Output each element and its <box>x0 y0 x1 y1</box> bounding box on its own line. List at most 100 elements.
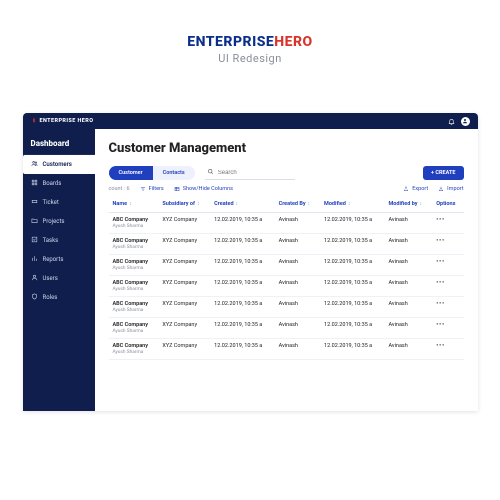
col-modified-by[interactable]: Modified by↕ <box>384 196 432 213</box>
cell-options[interactable]: ••• <box>432 276 463 297</box>
cell-name: ABC CompanyAyush Sharma <box>109 234 159 255</box>
more-icon[interactable]: ••• <box>436 217 445 223</box>
sidebar-item-users[interactable]: Users <box>23 269 95 288</box>
cell-created: 12.02.2019, 10:35 a <box>210 318 274 339</box>
hero-subtitle: UI Redesign <box>0 52 500 65</box>
col-name[interactable]: Name↕ <box>109 196 159 213</box>
cell-created-by: Avinash <box>275 255 320 276</box>
more-icon[interactable]: ••• <box>436 259 445 265</box>
cell-name: ABC CompanyAyush Sharma <box>109 276 159 297</box>
cell-options[interactable]: ••• <box>432 297 463 318</box>
topbar-brand[interactable]: ENTERPRISE HERO <box>31 117 94 125</box>
cell-modified: 12.02.2019, 10:35 a <box>320 255 384 276</box>
table-row[interactable]: ABC CompanyAyush SharmaXYZ Company12.02.… <box>109 213 464 234</box>
sidebar-item-projects[interactable]: Projects <box>23 212 95 231</box>
search-field[interactable] <box>205 166 295 180</box>
table-row[interactable]: ABC CompanyAyush SharmaXYZ Company12.02.… <box>109 234 464 255</box>
cell-modified: 12.02.2019, 10:35 a <box>320 276 384 297</box>
cell-options[interactable]: ••• <box>432 213 463 234</box>
col-subsidiary-of[interactable]: Subsidiary of↕ <box>158 196 210 213</box>
cell-subsidiary: XYZ Company <box>158 255 210 276</box>
hero-header: ENTERPRISEHERO UI Redesign <box>0 0 500 83</box>
cell-created: 12.02.2019, 10:35 a <box>210 276 274 297</box>
page-title: Customer Management <box>109 141 464 156</box>
more-icon[interactable]: ••• <box>436 280 445 286</box>
subcontrols-row: count : 6 Filters Show/Hide Columns Expo… <box>109 186 464 192</box>
export-label: Export <box>412 186 428 192</box>
create-button[interactable]: + CREATE <box>423 166 463 180</box>
sidebar-item-label: Tasks <box>43 237 59 244</box>
cell-options[interactable]: ••• <box>432 318 463 339</box>
tab-customer[interactable]: Customer <box>109 166 153 180</box>
filters-button[interactable]: Filters <box>140 186 164 192</box>
cell-modified: 12.02.2019, 10:35 a <box>320 213 384 234</box>
sidebar-item-label: Reports <box>43 256 64 263</box>
sidebar-item-reports[interactable]: Reports <box>23 250 95 269</box>
cell-modified-by: Avinash <box>384 318 432 339</box>
tab-switcher: Customer Contacts <box>109 166 195 180</box>
profile-avatar[interactable] <box>461 117 470 126</box>
cell-created: 12.02.2019, 10:35 a <box>210 255 274 276</box>
hero-logo-red: HERO <box>274 34 312 50</box>
columns-button[interactable]: Show/Hide Columns <box>174 186 233 192</box>
table-row[interactable]: ABC CompanyAyush SharmaXYZ Company12.02.… <box>109 255 464 276</box>
sidebar-item-tasks[interactable]: Tasks <box>23 231 95 250</box>
controls-row: Customer Contacts + CREATE <box>109 166 464 180</box>
shield-icon <box>31 293 38 302</box>
cell-created-by: Avinash <box>275 297 320 318</box>
user-icon <box>31 274 38 283</box>
export-button[interactable]: Export <box>403 186 428 192</box>
search-input[interactable] <box>218 170 288 176</box>
cell-created: 12.02.2019, 10:35 a <box>210 234 274 255</box>
table-row[interactable]: ABC CompanyAyush SharmaXYZ Company12.02.… <box>109 276 464 297</box>
hero-logo: ENTERPRISEHERO <box>0 34 500 50</box>
sidebar-item-customers[interactable]: Customers <box>23 155 96 174</box>
more-icon[interactable]: ••• <box>436 343 445 349</box>
cell-options[interactable]: ••• <box>432 234 463 255</box>
cell-created-by: Avinash <box>275 339 320 360</box>
customers-table: Name↕Subsidiary of↕Created↕Created By↕Mo… <box>109 196 464 360</box>
more-icon[interactable]: ••• <box>436 301 445 307</box>
main-content: Customer Management Customer Contacts + … <box>95 129 478 411</box>
cell-modified-by: Avinash <box>384 297 432 318</box>
cell-modified-by: Avinash <box>384 213 432 234</box>
cell-subsidiary: XYZ Company <box>158 318 210 339</box>
cell-created: 12.02.2019, 10:35 a <box>210 339 274 360</box>
more-icon[interactable]: ••• <box>436 238 445 244</box>
cell-created: 12.02.2019, 10:35 a <box>210 213 274 234</box>
ticket-icon <box>31 198 38 207</box>
topbar: ENTERPRISE HERO <box>23 113 478 129</box>
table-body: ABC CompanyAyush SharmaXYZ Company12.02.… <box>109 213 464 360</box>
import-label: Import <box>447 186 463 192</box>
cell-created-by: Avinash <box>275 276 320 297</box>
grid-icon <box>31 179 38 188</box>
cell-name: ABC CompanyAyush Sharma <box>109 297 159 318</box>
col-created-by[interactable]: Created By↕ <box>275 196 320 213</box>
sidebar: Dashboard CustomersBoardsTicketProjectsT… <box>23 129 95 411</box>
cell-name: ABC CompanyAyush Sharma <box>109 213 159 234</box>
cell-subsidiary: XYZ Company <box>158 339 210 360</box>
sidebar-item-boards[interactable]: Boards <box>23 174 95 193</box>
more-icon[interactable]: ••• <box>436 322 445 328</box>
cell-options[interactable]: ••• <box>432 255 463 276</box>
tab-contacts[interactable]: Contacts <box>153 166 195 180</box>
notifications-button[interactable] <box>448 118 455 125</box>
cell-subsidiary: XYZ Company <box>158 213 210 234</box>
table-row[interactable]: ABC CompanyAyush SharmaXYZ Company12.02.… <box>109 339 464 360</box>
table-row[interactable]: ABC CompanyAyush SharmaXYZ Company12.02.… <box>109 318 464 339</box>
cell-subsidiary: XYZ Company <box>158 297 210 318</box>
cell-options[interactable]: ••• <box>432 339 463 360</box>
sidebar-item-ticket[interactable]: Ticket <box>23 193 95 212</box>
cell-modified: 12.02.2019, 10:35 a <box>320 318 384 339</box>
filters-label: Filters <box>149 186 164 192</box>
cell-modified-by: Avinash <box>384 234 432 255</box>
col-created[interactable]: Created↕ <box>210 196 274 213</box>
search-icon <box>207 168 214 177</box>
table-row[interactable]: ABC CompanyAyush SharmaXYZ Company12.02.… <box>109 297 464 318</box>
cell-subsidiary: XYZ Company <box>158 234 210 255</box>
table-header: Name↕Subsidiary of↕Created↕Created By↕Mo… <box>109 196 464 213</box>
sidebar-item-roles[interactable]: Roles <box>23 288 95 307</box>
import-button[interactable]: Import <box>438 186 463 192</box>
col-options[interactable]: Options <box>432 196 463 213</box>
col-modified[interactable]: Modified↕ <box>320 196 384 213</box>
